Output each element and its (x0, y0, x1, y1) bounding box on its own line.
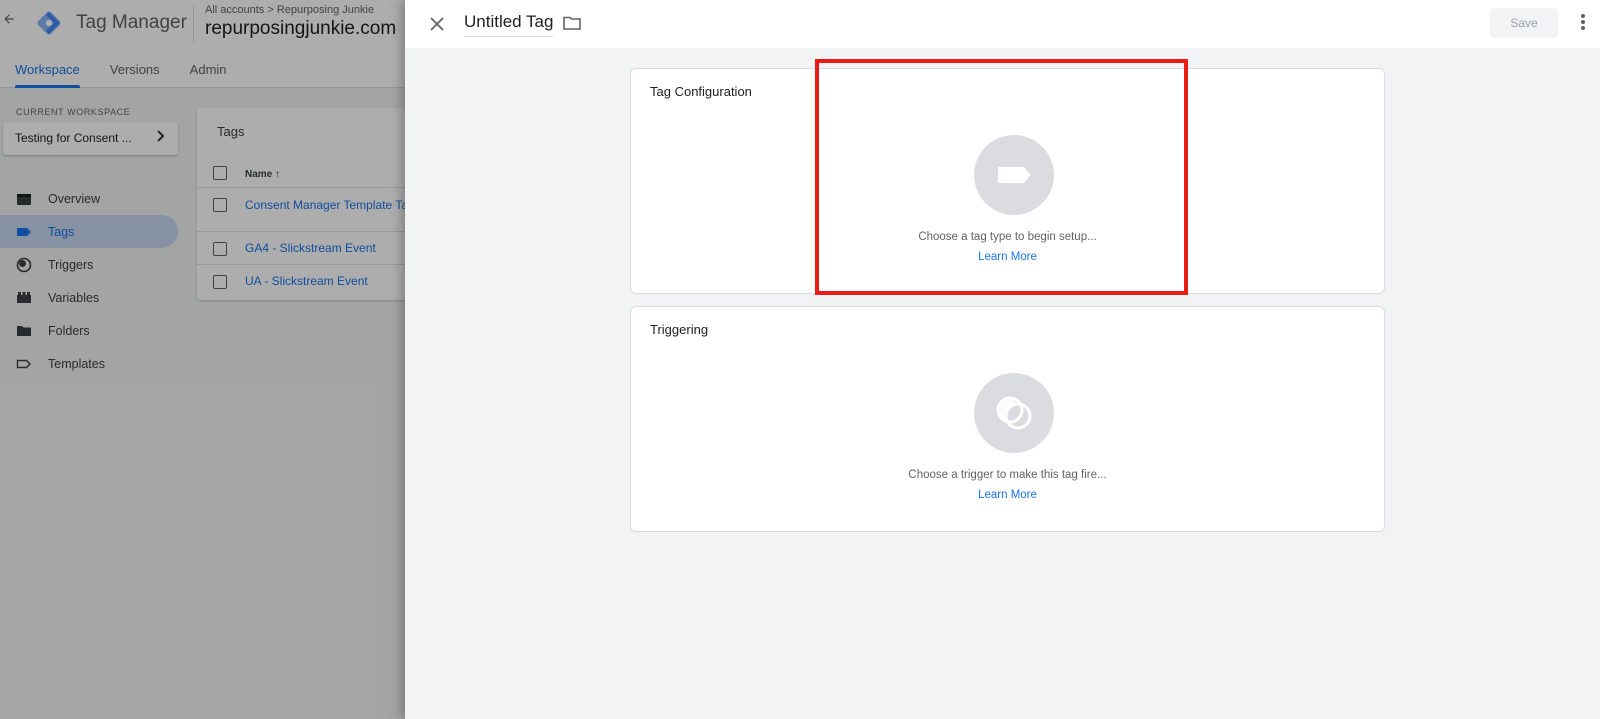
close-icon[interactable] (425, 12, 449, 36)
folder-icon[interactable] (562, 13, 582, 33)
tag-configuration-hint: Choose a tag type to begin setup... (918, 231, 1097, 243)
triggering-card[interactable]: Triggering Choose a trigger to make this… (630, 306, 1385, 532)
triggering-hint: Choose a trigger to make this tag fire..… (908, 469, 1107, 481)
panel-header: Untitled Tag Save (405, 0, 1600, 48)
triggering-title: Triggering (650, 322, 709, 337)
tag-configuration-card[interactable]: Tag Configuration Choose a tag type to b… (630, 68, 1385, 294)
triggering-learn-more-link[interactable]: Learn More (631, 489, 1384, 501)
tag-editor-panel: Untitled Tag Save Tag Configuration Choo… (405, 0, 1600, 719)
more-options-icon[interactable] (1575, 12, 1591, 34)
trigger-placeholder-icon[interactable] (974, 373, 1054, 453)
save-button[interactable]: Save (1490, 8, 1558, 38)
tag-name-input[interactable]: Untitled Tag (464, 12, 554, 37)
tag-configuration-learn-more-link[interactable]: Learn More (631, 251, 1384, 263)
tag-type-placeholder-icon[interactable] (974, 135, 1054, 215)
tag-configuration-title: Tag Configuration (650, 84, 752, 99)
